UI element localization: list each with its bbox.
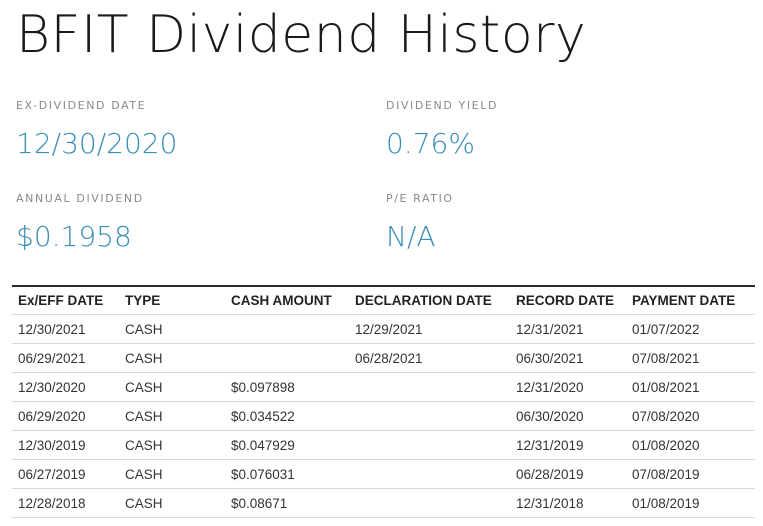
- stat-value: 12/30/2020: [16, 127, 178, 160]
- table-header-row: Ex/EFF DATE TYPE CASH AMOUNT DECLARATION…: [12, 286, 755, 315]
- cell-payment-date: 07/08/2019: [626, 459, 755, 489]
- stat-label: DIVIDEND YIELD: [386, 99, 499, 112]
- stat-annual-dividend: ANNUAL DIVIDEND $0.1958: [16, 192, 144, 254]
- dividend-history-table: Ex/EFF DATE TYPE CASH AMOUNT DECLARATION…: [12, 285, 755, 518]
- stat-pe-ratio: P/E RATIO N/A: [386, 192, 454, 254]
- cell-declaration-date: 06/28/2021: [349, 343, 510, 373]
- table-row: 12/30/2021 CASH 12/29/2021 12/31/2021 01…: [12, 314, 755, 344]
- cell-declaration-date: [349, 459, 510, 489]
- cell-type: CASH: [119, 314, 225, 344]
- table-row: 06/29/2021 CASH 06/28/2021 06/30/2021 07…: [12, 343, 755, 373]
- table-row: 06/29/2020 CASH $0.034522 06/30/2020 07/…: [12, 401, 755, 431]
- cell-payment-date: 07/08/2020: [626, 401, 755, 431]
- cell-declaration-date: [349, 430, 510, 460]
- column-header-ex-eff-date: Ex/EFF DATE: [12, 286, 119, 315]
- cell-declaration-date: 12/29/2021: [349, 314, 510, 344]
- cell-ex-eff-date: 12/30/2019: [12, 430, 119, 460]
- cell-cash-amount: [225, 343, 349, 373]
- cell-cash-amount: $0.076031: [225, 459, 349, 489]
- column-header-payment-date: PAYMENT DATE: [626, 286, 755, 315]
- cell-record-date: 12/31/2020: [510, 372, 626, 402]
- cell-ex-eff-date: 12/30/2021: [12, 314, 119, 344]
- cell-record-date: 12/31/2019: [510, 430, 626, 460]
- cell-declaration-date: [349, 401, 510, 431]
- stat-label: ANNUAL DIVIDEND: [16, 192, 144, 205]
- cell-type: CASH: [119, 430, 225, 460]
- column-header-cash-amount: CASH AMOUNT: [225, 286, 349, 315]
- column-header-declaration-date: DECLARATION DATE: [349, 286, 510, 315]
- cell-cash-amount: $0.097898: [225, 372, 349, 402]
- cell-type: CASH: [119, 343, 225, 373]
- stat-value: $0.1958: [16, 220, 132, 253]
- cell-ex-eff-date: 06/29/2021: [12, 343, 119, 373]
- cell-ex-eff-date: 06/29/2020: [12, 401, 119, 431]
- cell-record-date: 06/30/2020: [510, 401, 626, 431]
- table-row: 06/27/2019 CASH $0.076031 06/28/2019 07/…: [12, 459, 755, 489]
- cell-cash-amount: $0.034522: [225, 401, 349, 431]
- cell-payment-date: 01/08/2021: [626, 372, 755, 402]
- cell-record-date: 06/30/2021: [510, 343, 626, 373]
- cell-type: CASH: [119, 488, 225, 518]
- table-row: 12/30/2019 CASH $0.047929 12/31/2019 01/…: [12, 430, 755, 460]
- page-title: BFIT Dividend History: [16, 5, 587, 65]
- cell-payment-date: 01/08/2020: [626, 430, 755, 460]
- stat-label: P/E RATIO: [386, 192, 454, 205]
- cell-type: CASH: [119, 401, 225, 431]
- table-row: 12/30/2020 CASH $0.097898 12/31/2020 01/…: [12, 372, 755, 402]
- stat-ex-dividend-date: EX-DIVIDEND DATE 12/30/2020: [16, 99, 177, 161]
- cell-payment-date: 07/08/2021: [626, 343, 755, 373]
- cell-ex-eff-date: 12/30/2020: [12, 372, 119, 402]
- cell-declaration-date: [349, 488, 510, 518]
- cell-declaration-date: [349, 372, 510, 402]
- cell-ex-eff-date: 06/27/2019: [12, 459, 119, 489]
- column-header-type: TYPE: [119, 286, 225, 315]
- stat-value: N/A: [386, 220, 436, 253]
- dividend-history-table-wrap: Ex/EFF DATE TYPE CASH AMOUNT DECLARATION…: [12, 285, 755, 518]
- cell-record-date: 06/28/2019: [510, 459, 626, 489]
- stat-value: 0.76%: [386, 127, 475, 160]
- cell-cash-amount: $0.047929: [225, 430, 349, 460]
- cell-cash-amount: [225, 314, 349, 344]
- cell-type: CASH: [119, 459, 225, 489]
- stat-label: EX-DIVIDEND DATE: [16, 99, 147, 112]
- cell-type: CASH: [119, 372, 225, 402]
- cell-ex-eff-date: 12/28/2018: [12, 488, 119, 518]
- stat-dividend-yield: DIVIDEND YIELD 0.76%: [386, 99, 498, 161]
- cell-record-date: 12/31/2021: [510, 314, 626, 344]
- cell-cash-amount: $0.08671: [225, 488, 349, 518]
- table-row: 12/28/2018 CASH $0.08671 12/31/2018 01/0…: [12, 488, 755, 518]
- column-header-record-date: RECORD DATE: [510, 286, 626, 315]
- cell-payment-date: 01/07/2022: [626, 314, 755, 344]
- cell-payment-date: 01/08/2019: [626, 488, 755, 518]
- cell-record-date: 12/31/2018: [510, 488, 626, 518]
